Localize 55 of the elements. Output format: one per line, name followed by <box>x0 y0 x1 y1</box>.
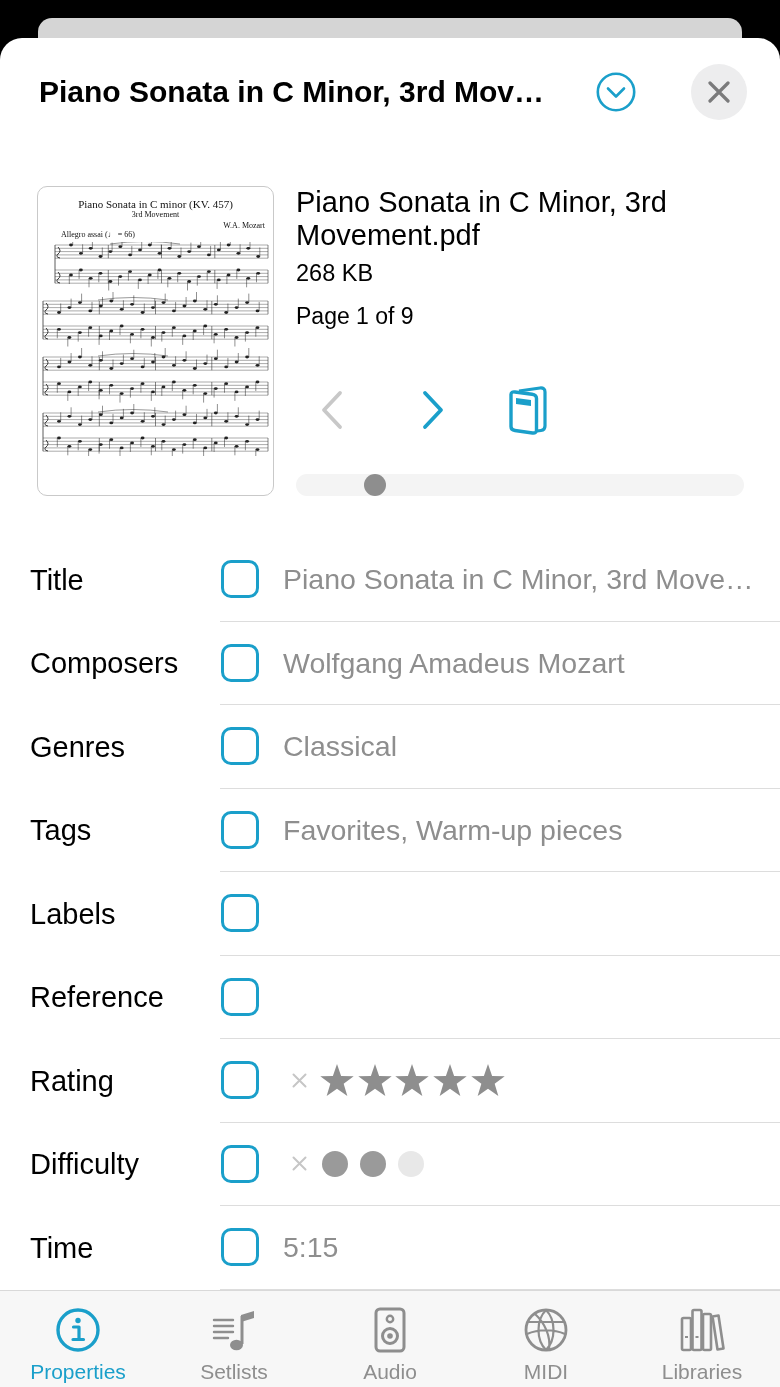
checkbox[interactable] <box>221 560 259 599</box>
score-composer: W.A. Mozart <box>223 221 265 230</box>
field-label: Labels <box>30 896 116 931</box>
field-label: Genres <box>30 729 126 764</box>
book-icon[interactable] <box>508 385 548 435</box>
info-icon <box>55 1306 101 1353</box>
checkbox[interactable] <box>221 1228 259 1267</box>
close-button[interactable] <box>691 64 747 120</box>
chevron-down-icon[interactable] <box>596 72 636 112</box>
globe-icon <box>523 1306 569 1353</box>
checkbox[interactable] <box>221 727 259 766</box>
page-indicator: Page 1 of 9 <box>296 302 415 330</box>
field-value[interactable]: Wolfgang Amadeus Mozart <box>283 645 625 680</box>
checkbox[interactable] <box>221 1061 259 1100</box>
books-icon <box>679 1306 725 1353</box>
slider-thumb[interactable] <box>364 474 387 496</box>
tab[interactable]: MIDI <box>468 1290 624 1387</box>
field-label: Reference <box>30 980 164 1015</box>
tab[interactable]: Libraries <box>624 1290 780 1387</box>
field-label: Difficulty <box>30 1147 140 1182</box>
sheet-title: Piano Sonata in C Minor, 3rd Mov… <box>39 75 546 109</box>
checkbox[interactable] <box>221 810 259 849</box>
score-subtitle: 3rd Movement <box>131 210 180 219</box>
score-tempo: Allegro assai (♩ = 66) <box>61 230 135 239</box>
difficulty-dot-icon[interactable] <box>322 1150 348 1177</box>
field-value[interactable]: Classical <box>283 729 398 764</box>
field-label: Title <box>30 562 84 597</box>
star-icon[interactable] <box>357 1063 392 1097</box>
page-slider[interactable] <box>296 474 744 496</box>
checkbox[interactable] <box>221 1144 259 1183</box>
star-icon[interactable] <box>320 1063 354 1097</box>
star-icon[interactable] <box>395 1063 430 1097</box>
star-icon[interactable] <box>433 1063 468 1097</box>
field-value[interactable]: Piano Sonata in C Minor, 3rd Move… <box>283 562 754 597</box>
file-name: Piano Sonata in C Minor, 3rd Movement.pdf <box>296 186 668 252</box>
checkbox[interactable] <box>221 643 259 682</box>
checkbox[interactable] <box>221 977 259 1016</box>
field-label: Rating <box>30 1063 114 1098</box>
chevron-right-icon[interactable] <box>421 390 445 430</box>
star-icon[interactable] <box>470 1063 505 1097</box>
field-label: Tags <box>30 813 92 848</box>
field-value[interactable]: 5:15 <box>283 1230 339 1265</box>
field-label: Time <box>30 1230 94 1265</box>
file-size: 268 KB <box>296 259 375 287</box>
field-value[interactable]: Favorites, Warm-up pieces <box>283 812 623 847</box>
close-icon <box>708 81 730 103</box>
clear-icon[interactable] <box>292 1156 307 1172</box>
difficulty-dot-icon[interactable] <box>360 1150 386 1177</box>
clear-icon[interactable] <box>292 1072 307 1088</box>
checkbox[interactable] <box>221 894 259 933</box>
field-label: Composers <box>30 646 179 681</box>
tab[interactable]: Setlists <box>156 1290 312 1387</box>
score-title: Piano Sonata in C minor (KV. 457) <box>78 198 233 210</box>
tab[interactable]: Audio <box>312 1290 468 1387</box>
tab[interactable]: Properties <box>0 1290 156 1387</box>
